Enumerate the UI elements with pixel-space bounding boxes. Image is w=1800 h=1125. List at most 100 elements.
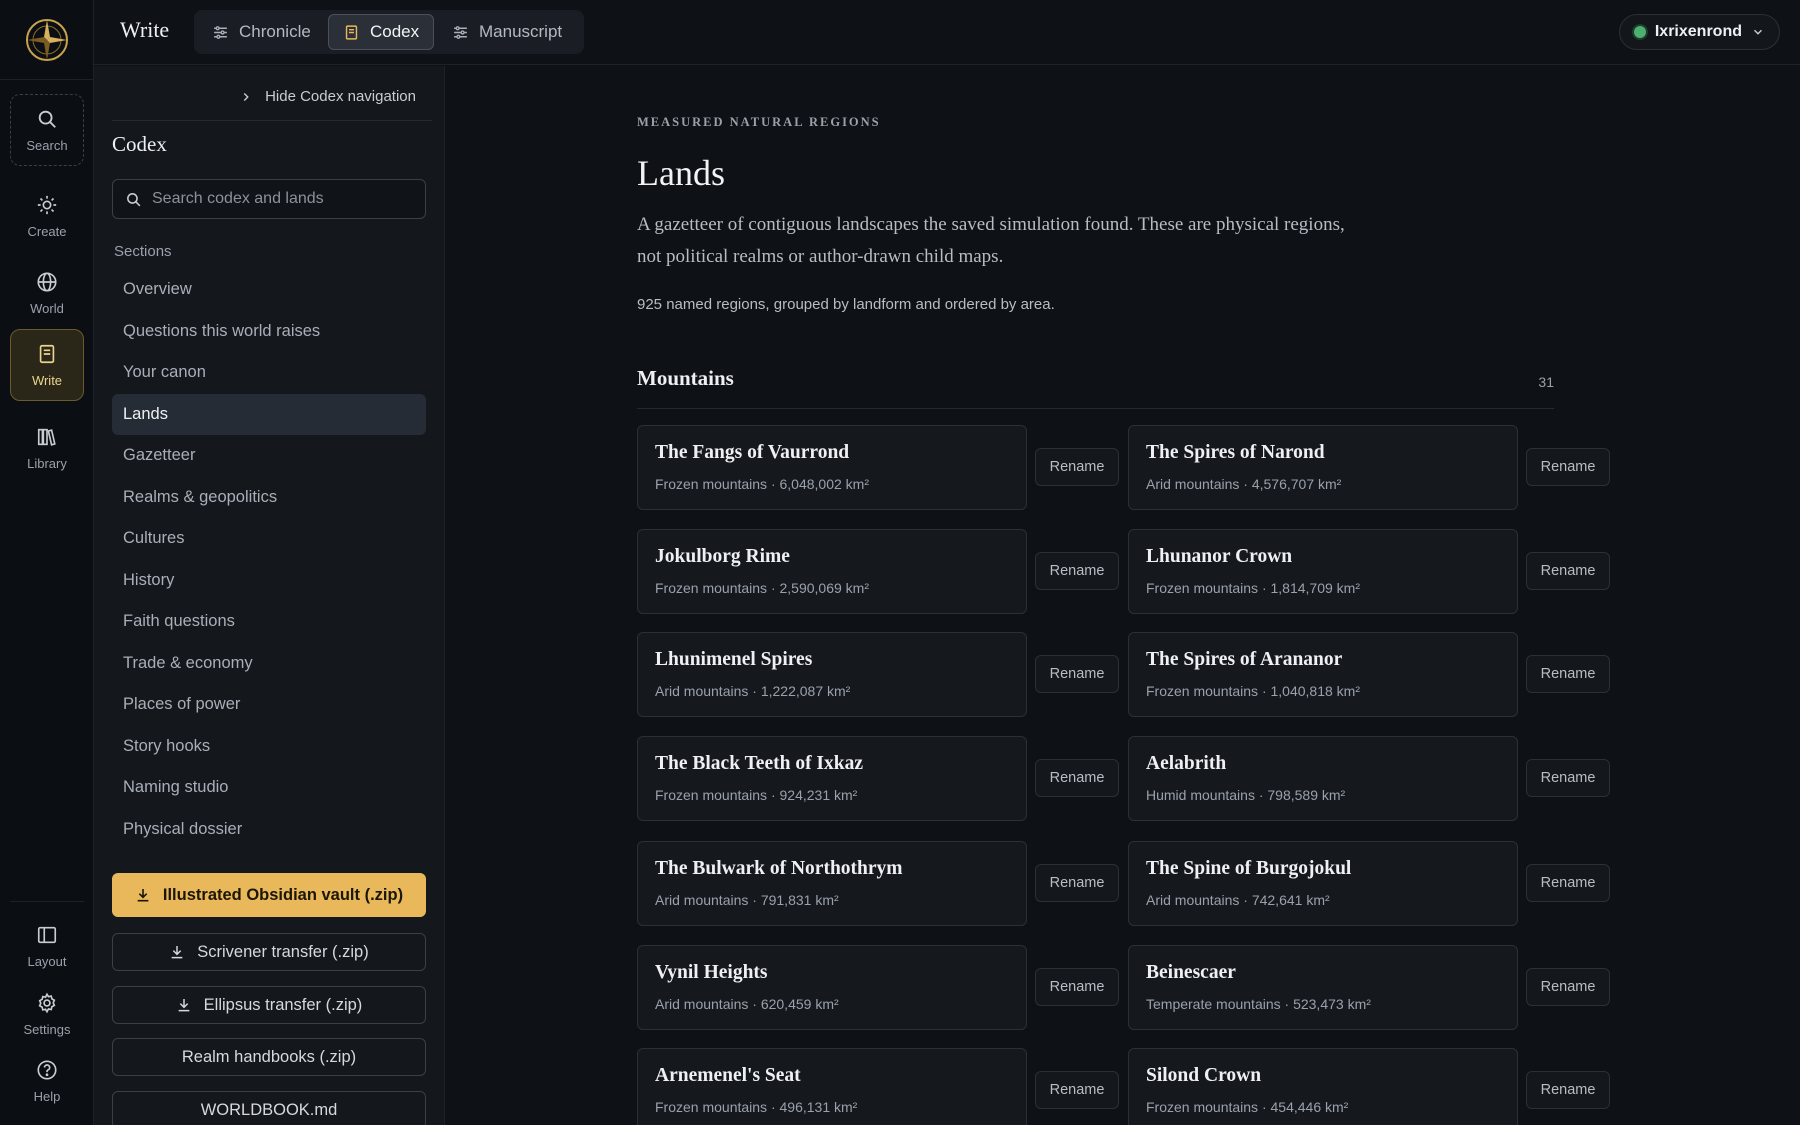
tab-codex-label: Codex	[370, 22, 420, 41]
rename-button[interactable]: Rename	[1035, 1071, 1119, 1109]
rail-create-label: Create	[27, 223, 67, 239]
rail-settings[interactable]: Settings	[10, 978, 84, 1050]
rail-layout-label: Layout	[27, 953, 67, 969]
rail-world[interactable]: World	[10, 257, 84, 329]
rename-button[interactable]: Rename	[1526, 864, 1610, 902]
sidebar-item-questions[interactable]: Questions this world raises	[112, 311, 426, 352]
download-icon	[171, 946, 183, 959]
region-meta: Temperate mountains · 523,473 km²	[1146, 996, 1371, 1012]
region-meta: Frozen mountains · 1,040,818 km²	[1146, 683, 1360, 699]
region-card[interactable]: Beinescaer Temperate mountains · 523,473…	[1128, 945, 1518, 1030]
app-logo[interactable]	[0, 0, 94, 80]
codex-search-box	[112, 179, 426, 219]
sidebar-item-places-of-power[interactable]: Places of power	[112, 684, 426, 725]
download-icon	[178, 999, 190, 1012]
region-card[interactable]: The Spires of Arananor Frozen mountains …	[1128, 632, 1518, 717]
region-card[interactable]: Aelabrith Humid mountains · 798,589 km²	[1128, 736, 1518, 821]
region-card[interactable]: Lhunimenel Spires Arid mountains · 1,222…	[637, 632, 1027, 717]
sidebar-item-physical-dossier[interactable]: Physical dossier	[112, 809, 426, 850]
sidebar-item-cultures[interactable]: Cultures	[112, 518, 426, 559]
region-card[interactable]: The Spires of Narond Arid mountains · 4,…	[1128, 425, 1518, 510]
rename-button[interactable]: Rename	[1526, 759, 1610, 797]
codex-section-nav: Overview Questions this world raises You…	[112, 269, 426, 850]
export-ellipsus-label: Ellipsus transfer (.zip)	[203, 995, 363, 1014]
chevron-down-icon	[1754, 29, 1762, 35]
region-name: Lhunanor Crown	[1146, 546, 1293, 567]
sidebar-item-naming-studio[interactable]: Naming studio	[112, 767, 426, 808]
region-card[interactable]: Silond Crown Frozen mountains · 454,446 …	[1128, 1048, 1518, 1125]
codex-search-input[interactable]	[152, 190, 412, 208]
page-eyebrow: MEASURED NATURAL REGIONS	[637, 115, 881, 129]
region-card[interactable]: Vynil Heights Arid mountains · 620,459 k…	[637, 945, 1027, 1030]
region-name: Arnemenel's Seat	[655, 1065, 801, 1086]
export-obsidian-label: Illustrated Obsidian vault (.zip)	[162, 885, 404, 904]
mode-tabs: Chronicle Codex Manuscript	[194, 10, 584, 54]
top-bar: Write Chronicle Codex Manuscript Ixrixen…	[94, 0, 1800, 65]
user-menu[interactable]: Ixrixenrond	[1618, 14, 1780, 50]
chevron-right-icon	[243, 92, 249, 101]
region-card[interactable]: The Spine of Burgojokul Arid mountains ·…	[1128, 841, 1518, 926]
export-scrivener-button[interactable]: Scrivener transfer (.zip)	[112, 933, 426, 971]
sidebar-item-lands[interactable]: Lands	[112, 393, 426, 435]
export-worldbook-button[interactable]: WORLDBOOK.md	[112, 1091, 426, 1125]
download-icon	[137, 889, 149, 902]
region-name: The Spine of Burgojokul	[1146, 858, 1352, 879]
rename-button[interactable]: Rename	[1035, 655, 1119, 693]
rename-button[interactable]: Rename	[1035, 448, 1119, 486]
sidebar-item-trade[interactable]: Trade & economy	[112, 643, 426, 684]
books-icon	[37, 428, 56, 446]
rail-help[interactable]: Help	[10, 1045, 84, 1117]
hide-codex-nav-button[interactable]: Hide Codex navigation	[239, 88, 416, 105]
rename-button[interactable]: Rename	[1035, 968, 1119, 1006]
export-scrivener-label: Scrivener transfer (.zip)	[197, 942, 369, 961]
region-name: The Fangs of Vaurrond	[655, 442, 850, 463]
region-name: The Bulwark of Northothrym	[655, 858, 903, 879]
sliders-icon	[454, 25, 467, 39]
sidebar-item-your-canon[interactable]: Your canon	[112, 352, 426, 393]
export-realm-handbooks-button[interactable]: Realm handbooks (.zip)	[112, 1038, 426, 1076]
tab-chronicle-label: Chronicle	[239, 22, 311, 41]
rail-create[interactable]: Create	[10, 180, 84, 252]
rail-library[interactable]: Library	[10, 412, 84, 484]
notebook-icon	[39, 344, 55, 363]
export-obsidian-button[interactable]: Illustrated Obsidian vault (.zip)	[112, 873, 426, 917]
sidebar-item-history[interactable]: History	[112, 560, 426, 601]
rename-button[interactable]: Rename	[1526, 448, 1610, 486]
sidebar-item-overview[interactable]: Overview	[112, 269, 426, 310]
sidebar-item-story-hooks[interactable]: Story hooks	[112, 726, 426, 767]
tab-chronicle[interactable]: Chronicle	[198, 14, 325, 50]
export-ellipsus-button[interactable]: Ellipsus transfer (.zip)	[112, 986, 426, 1024]
region-card[interactable]: Arnemenel's Seat Frozen mountains · 496,…	[637, 1048, 1027, 1125]
sidebar-item-realms[interactable]: Realms & geopolitics	[112, 477, 426, 518]
tab-codex[interactable]: Codex	[328, 14, 435, 50]
rail-search[interactable]: Search	[10, 94, 84, 166]
region-card[interactable]: Jokulborg Rime Frozen mountains · 2,590,…	[637, 529, 1027, 614]
rename-button[interactable]: Rename	[1526, 655, 1610, 693]
rename-button[interactable]: Rename	[1035, 759, 1119, 797]
rail-layout[interactable]: Layout	[10, 910, 84, 982]
region-meta: Arid mountains · 620,459 km²	[655, 996, 839, 1012]
region-meta: Humid mountains · 798,589 km²	[1146, 787, 1346, 803]
region-name: Lhunimenel Spires	[655, 649, 813, 670]
group-title: Mountains	[637, 366, 734, 390]
rail-search-label: Search	[26, 137, 68, 153]
rename-button[interactable]: Rename	[1035, 864, 1119, 902]
sidebar-item-faith[interactable]: Faith questions	[112, 601, 426, 642]
sidebar-item-gazetteer[interactable]: Gazetteer	[112, 435, 426, 476]
rename-button[interactable]: Rename	[1526, 1071, 1610, 1109]
rename-button[interactable]: Rename	[1526, 552, 1610, 590]
region-card[interactable]: The Black Teeth of Ixkaz Frozen mountain…	[637, 736, 1027, 821]
rail-write[interactable]: Write	[10, 329, 84, 401]
tab-manuscript[interactable]: Manuscript	[438, 14, 576, 50]
globe-icon	[37, 271, 57, 292]
region-card[interactable]: The Bulwark of Northothrym Arid mountain…	[637, 841, 1027, 926]
rename-button[interactable]: Rename	[1035, 552, 1119, 590]
region-meta: Frozen mountains · 2,590,069 km²	[655, 580, 869, 596]
page-description: A gazetteer of contiguous landscapes the…	[637, 214, 1345, 267]
sidebar-divider	[112, 120, 432, 121]
rename-button[interactable]: Rename	[1526, 968, 1610, 1006]
export-worldbook-label: WORLDBOOK.md	[200, 1100, 338, 1119]
region-card[interactable]: Lhunanor Crown Frozen mountains · 1,814,…	[1128, 529, 1518, 614]
region-summary: 925 named regions, grouped by landform a…	[637, 296, 1055, 313]
region-card[interactable]: The Fangs of Vaurrond Frozen mountains ·…	[637, 425, 1027, 510]
